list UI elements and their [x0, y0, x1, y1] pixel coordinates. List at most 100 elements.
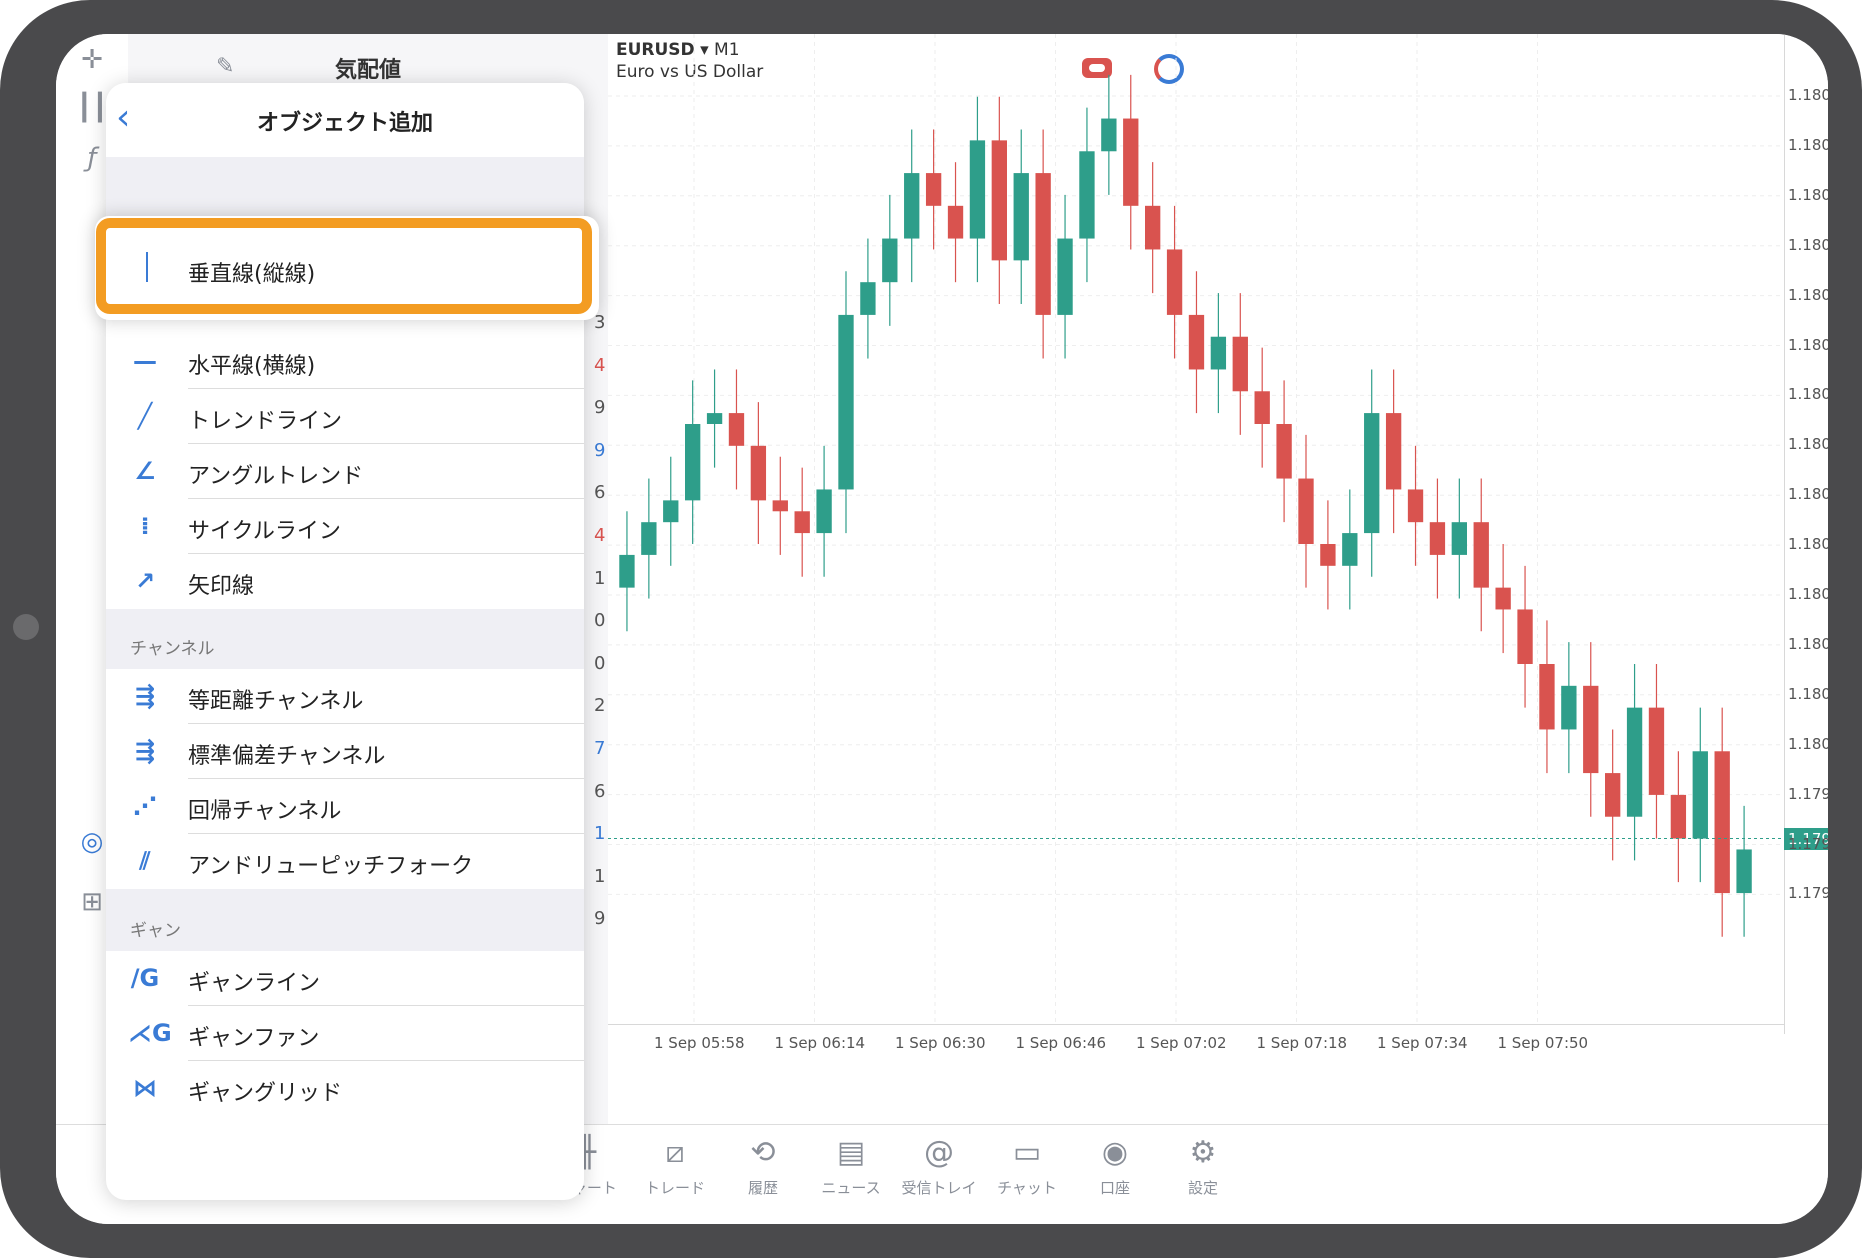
candle-body: [619, 554, 635, 588]
candle-body: [641, 522, 657, 555]
list-item-gann-grid[interactable]: ⋈ ギャングリッド: [106, 1061, 584, 1116]
candle-body: [838, 314, 854, 490]
price-label: 1.18050: [1788, 235, 1828, 254]
nav-trade[interactable]: ⧄ トレード: [630, 1135, 720, 1198]
gear-icon: ⚙: [1189, 1135, 1217, 1170]
time-label: 1 Sep 07:18: [1256, 1034, 1348, 1052]
time-label: 1 Sep 05:58: [654, 1034, 745, 1052]
candle-body: [1320, 544, 1336, 566]
price-label: 1.18000: [1788, 734, 1828, 753]
candle-body: [1298, 478, 1314, 544]
regression-channel-icon: ⋰: [133, 792, 157, 820]
quote-partial-value: 4: [594, 525, 606, 546]
quote-partial-value: 6: [594, 780, 606, 802]
price-label: 1.17995: [1788, 784, 1828, 803]
candle-body: [1583, 685, 1599, 774]
candle-body: [728, 413, 745, 446]
price-label: 1.18065: [1788, 86, 1828, 104]
chart-search-icon[interactable]: ◎: [74, 824, 110, 860]
list-item-equidistant-channel[interactable]: ⇶ 等距離チャンネル: [106, 669, 584, 724]
list-item-gann-line[interactable]: ∕G ギャンライン: [106, 951, 584, 1006]
candle-body: [685, 424, 701, 501]
candle-body: [1232, 336, 1248, 392]
crosshair-icon[interactable]: ✛: [74, 42, 110, 78]
quote-partial-value: 1: [594, 567, 606, 589]
candle-body: [1210, 336, 1227, 370]
nav-history[interactable]: ⟲ 履歴: [718, 1135, 808, 1198]
nav-settings[interactable]: ⚙ 設定: [1158, 1135, 1248, 1198]
list-item-arrow-line[interactable]: ↗ 矢印線: [106, 554, 584, 609]
time-label: 1 Sep 07:50: [1497, 1034, 1589, 1052]
nav-inbox[interactable]: @ 受信トレイ: [894, 1135, 984, 1198]
nav-chat[interactable]: ▭ チャット: [982, 1135, 1072, 1198]
candle-body: [1670, 794, 1687, 839]
vertical-line-icon: [130, 250, 164, 284]
candle-body: [1429, 522, 1446, 555]
section-channels: チャンネル: [106, 609, 584, 669]
camera: [13, 614, 39, 640]
candles-type-icon[interactable]: ┃┃: [74, 90, 110, 126]
horizontal-line-icon: —: [133, 347, 157, 375]
equidistant-channel-icon: ⇶: [134, 682, 156, 710]
stddev-channel-icon: ⇶: [134, 737, 156, 765]
candle-body: [1692, 751, 1708, 839]
list-item-stddev-channel[interactable]: ⇶ 標準偏差チャンネル: [106, 724, 584, 779]
price-label: 1.18035: [1788, 385, 1828, 404]
list-item-trend-line[interactable]: ╱ トレンドライン: [106, 389, 584, 444]
list-item-angle-trend[interactable]: ∠ アングルトレンド: [106, 444, 584, 499]
account-icon: ◉: [1101, 1135, 1129, 1170]
quote-partial-value: 9: [594, 439, 606, 461]
candle-body: [1407, 489, 1424, 523]
list-item-andrews-pitchfork[interactable]: ⫽ アンドリューピッチフォーク: [106, 834, 584, 889]
candle-body: [904, 173, 920, 239]
quote-partial-value: 6: [594, 482, 606, 504]
candle-body: [1648, 707, 1665, 795]
trade-chart-icon: ⧄: [665, 1135, 685, 1170]
candle-body: [706, 413, 723, 424]
price-label: 1.17985: [1788, 884, 1828, 903]
candle-body: [1101, 118, 1117, 152]
list-item-gann-fan[interactable]: ⋌G ギャンファン: [106, 1006, 584, 1061]
function-icon[interactable]: ƒ: [74, 140, 110, 176]
add-window-icon[interactable]: ⊞: [74, 884, 110, 920]
section-gann: ギャン: [106, 889, 584, 951]
price-label: 1.18010: [1788, 634, 1828, 653]
price-label: 1.18015: [1788, 585, 1828, 603]
pitchfork-icon: ⫽: [139, 847, 151, 875]
candle-body: [991, 140, 1007, 261]
quotes-title: 気配値: [334, 58, 401, 83]
price-label: 1.18045: [1788, 285, 1828, 304]
price-label: 1.18005: [1788, 684, 1828, 703]
quote-partial-value: 1: [594, 823, 606, 845]
price-label: 1.18060: [1788, 135, 1828, 154]
candle-body: [947, 205, 964, 239]
list-item-vertical-line[interactable]: 垂直線(縦線): [96, 218, 592, 314]
list-item-horizontal-line[interactable]: — 水平線(横線): [106, 334, 584, 389]
quote-partial-value: 1: [594, 865, 606, 887]
price-label: 1.18055: [1788, 185, 1828, 204]
price-label: 1.18040: [1788, 335, 1828, 354]
nav-news[interactable]: ▤ ニュース: [806, 1135, 896, 1198]
time-label: 1 Sep 06:14: [774, 1034, 866, 1052]
list-item-regression-channel[interactable]: ⋰ 回帰チャンネル: [106, 779, 584, 834]
nav-account[interactable]: ◉ 口座: [1070, 1135, 1160, 1198]
chart-area[interactable]: EURUSD ▾ M1 Euro vs US Dollar 1.17997 1.…: [608, 34, 1828, 1124]
candle-body: [1166, 249, 1183, 315]
trend-line-icon: ╱: [137, 402, 153, 430]
candle-body: [1364, 413, 1380, 534]
candle-body: [1013, 173, 1029, 261]
quote-partial-value: 9: [594, 908, 606, 930]
list-item-cycle-lines[interactable]: ⁞ サイクルライン: [106, 499, 584, 554]
quote-partial-value: 4: [594, 354, 606, 376]
candle-body: [1276, 424, 1292, 479]
candle-body: [1079, 151, 1095, 239]
candle-body: [1123, 118, 1139, 206]
price-label: 1.17990: [1788, 834, 1828, 853]
time-label: 1 Sep 07:02: [1136, 1034, 1227, 1052]
candle-body: [1495, 587, 1511, 610]
candle-body: [1145, 205, 1161, 250]
candle-body: [925, 173, 942, 206]
candle-body: [1473, 522, 1489, 588]
candle-body: [1342, 533, 1358, 566]
candle-body: [1035, 173, 1051, 315]
